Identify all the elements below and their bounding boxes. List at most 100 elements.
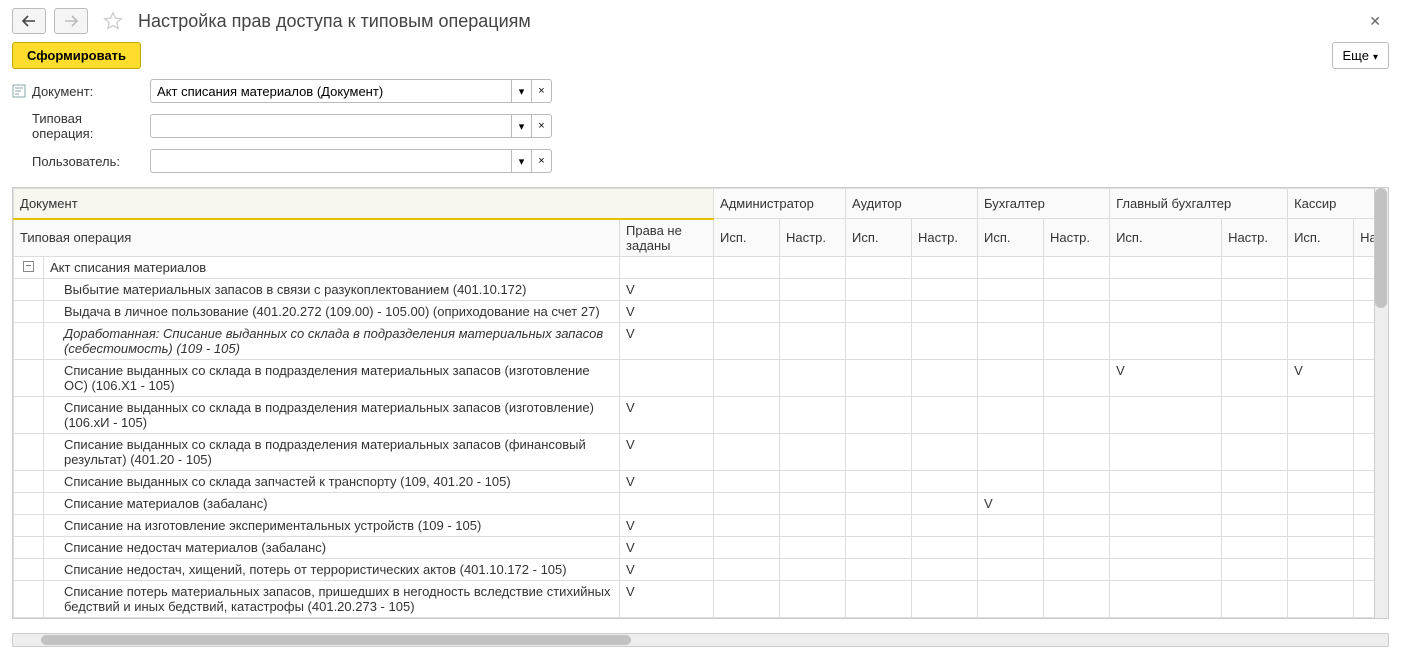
right-cell[interactable]: [978, 279, 1044, 301]
norights-cell[interactable]: V: [620, 471, 714, 493]
right-cell[interactable]: [1354, 559, 1374, 581]
right-cell[interactable]: [780, 493, 846, 515]
right-cell[interactable]: [978, 323, 1044, 360]
right-cell[interactable]: [1354, 323, 1374, 360]
table-row[interactable]: Доработанная: Списание выданных со склад…: [14, 323, 1375, 360]
right-cell[interactable]: [846, 323, 912, 360]
right-cell[interactable]: [978, 397, 1044, 434]
right-cell[interactable]: [846, 493, 912, 515]
right-cell[interactable]: [978, 515, 1044, 537]
right-cell[interactable]: [1110, 493, 1222, 515]
right-cell[interactable]: [912, 323, 978, 360]
right-cell[interactable]: [846, 515, 912, 537]
table-row[interactable]: Списание на изготовление экспериментальн…: [14, 515, 1375, 537]
right-cell[interactable]: [1110, 471, 1222, 493]
right-cell[interactable]: [780, 360, 846, 397]
norights-cell[interactable]: [620, 360, 714, 397]
right-cell[interactable]: [1222, 493, 1288, 515]
favorite-star-icon[interactable]: [102, 10, 124, 32]
right-cell[interactable]: [1288, 279, 1354, 301]
right-cell[interactable]: [1110, 515, 1222, 537]
right-cell[interactable]: [912, 434, 978, 471]
right-cell[interactable]: [780, 618, 846, 619]
header-chief-set[interactable]: Настр.: [1222, 219, 1288, 257]
nav-back-button[interactable]: [12, 8, 46, 34]
header-chief-use[interactable]: Исп.: [1110, 219, 1222, 257]
right-cell[interactable]: [1044, 301, 1110, 323]
right-cell[interactable]: [780, 279, 846, 301]
right-cell[interactable]: [714, 434, 780, 471]
right-cell[interactable]: [912, 301, 978, 323]
right-cell[interactable]: [912, 471, 978, 493]
right-cell[interactable]: [1110, 279, 1222, 301]
filter-document-input[interactable]: [150, 79, 512, 103]
form-button[interactable]: Сформировать: [12, 42, 141, 69]
more-button[interactable]: Еще▾: [1332, 42, 1389, 69]
header-operation[interactable]: Типовая операция: [14, 219, 620, 257]
right-cell[interactable]: [1354, 515, 1374, 537]
right-cell[interactable]: [846, 301, 912, 323]
right-cell[interactable]: [846, 471, 912, 493]
table-row[interactable]: Списание выданных со склада в подразделе…: [14, 434, 1375, 471]
filter-operation-input[interactable]: [150, 114, 512, 138]
right-cell[interactable]: [1222, 279, 1288, 301]
right-cell[interactable]: [1354, 301, 1374, 323]
norights-cell[interactable]: V: [620, 323, 714, 360]
nav-forward-button[interactable]: [54, 8, 88, 34]
right-cell[interactable]: [780, 559, 846, 581]
right-cell[interactable]: [1044, 279, 1110, 301]
right-cell[interactable]: [1288, 434, 1354, 471]
right-cell[interactable]: [978, 360, 1044, 397]
right-cell[interactable]: [1354, 471, 1374, 493]
right-cell[interactable]: [714, 279, 780, 301]
right-cell[interactable]: [978, 301, 1044, 323]
norights-cell[interactable]: V: [620, 397, 714, 434]
right-cell[interactable]: [1288, 515, 1354, 537]
filter-document-dropdown[interactable]: ▾: [512, 79, 532, 103]
horizontal-scrollbar[interactable]: [12, 633, 1389, 647]
right-cell[interactable]: [1110, 397, 1222, 434]
right-cell[interactable]: [1222, 471, 1288, 493]
right-cell[interactable]: [1288, 397, 1354, 434]
right-cell[interactable]: [780, 581, 846, 618]
right-cell[interactable]: [1222, 301, 1288, 323]
right-cell[interactable]: V: [978, 493, 1044, 515]
header-acc-set[interactable]: Настр.: [1044, 219, 1110, 257]
right-cell[interactable]: [1044, 559, 1110, 581]
header-auditor-use[interactable]: Исп.: [846, 219, 912, 257]
right-cell[interactable]: [1222, 360, 1288, 397]
right-cell[interactable]: [1222, 323, 1288, 360]
norights-cell[interactable]: V: [620, 515, 714, 537]
norights-cell[interactable]: V: [620, 537, 714, 559]
right-cell[interactable]: [1288, 323, 1354, 360]
right-cell[interactable]: [978, 471, 1044, 493]
right-cell[interactable]: [1044, 323, 1110, 360]
right-cell[interactable]: [780, 434, 846, 471]
right-cell[interactable]: [1288, 581, 1354, 618]
right-cell[interactable]: [1354, 279, 1374, 301]
filter-operation-dropdown[interactable]: ▾: [512, 114, 532, 138]
header-role-accountant[interactable]: Бухгалтер: [978, 189, 1110, 219]
vertical-scrollbar[interactable]: [1374, 188, 1388, 618]
right-cell[interactable]: [978, 537, 1044, 559]
right-cell[interactable]: [1354, 434, 1374, 471]
right-cell[interactable]: [1288, 618, 1354, 619]
right-cell[interactable]: [780, 397, 846, 434]
right-cell[interactable]: [1222, 559, 1288, 581]
right-cell[interactable]: [846, 581, 912, 618]
right-cell[interactable]: [714, 581, 780, 618]
close-button[interactable]: ✕: [1361, 13, 1389, 30]
right-cell[interactable]: [780, 515, 846, 537]
right-cell[interactable]: [1044, 471, 1110, 493]
right-cell[interactable]: [1222, 581, 1288, 618]
right-cell[interactable]: [912, 397, 978, 434]
norights-cell[interactable]: V: [620, 618, 714, 619]
right-cell[interactable]: V: [1288, 360, 1354, 397]
right-cell[interactable]: [912, 537, 978, 559]
right-cell[interactable]: [912, 581, 978, 618]
right-cell[interactable]: [912, 618, 978, 619]
right-cell[interactable]: [1354, 618, 1374, 619]
right-cell[interactable]: [714, 515, 780, 537]
header-admin-use[interactable]: Исп.: [714, 219, 780, 257]
norights-cell[interactable]: [620, 493, 714, 515]
